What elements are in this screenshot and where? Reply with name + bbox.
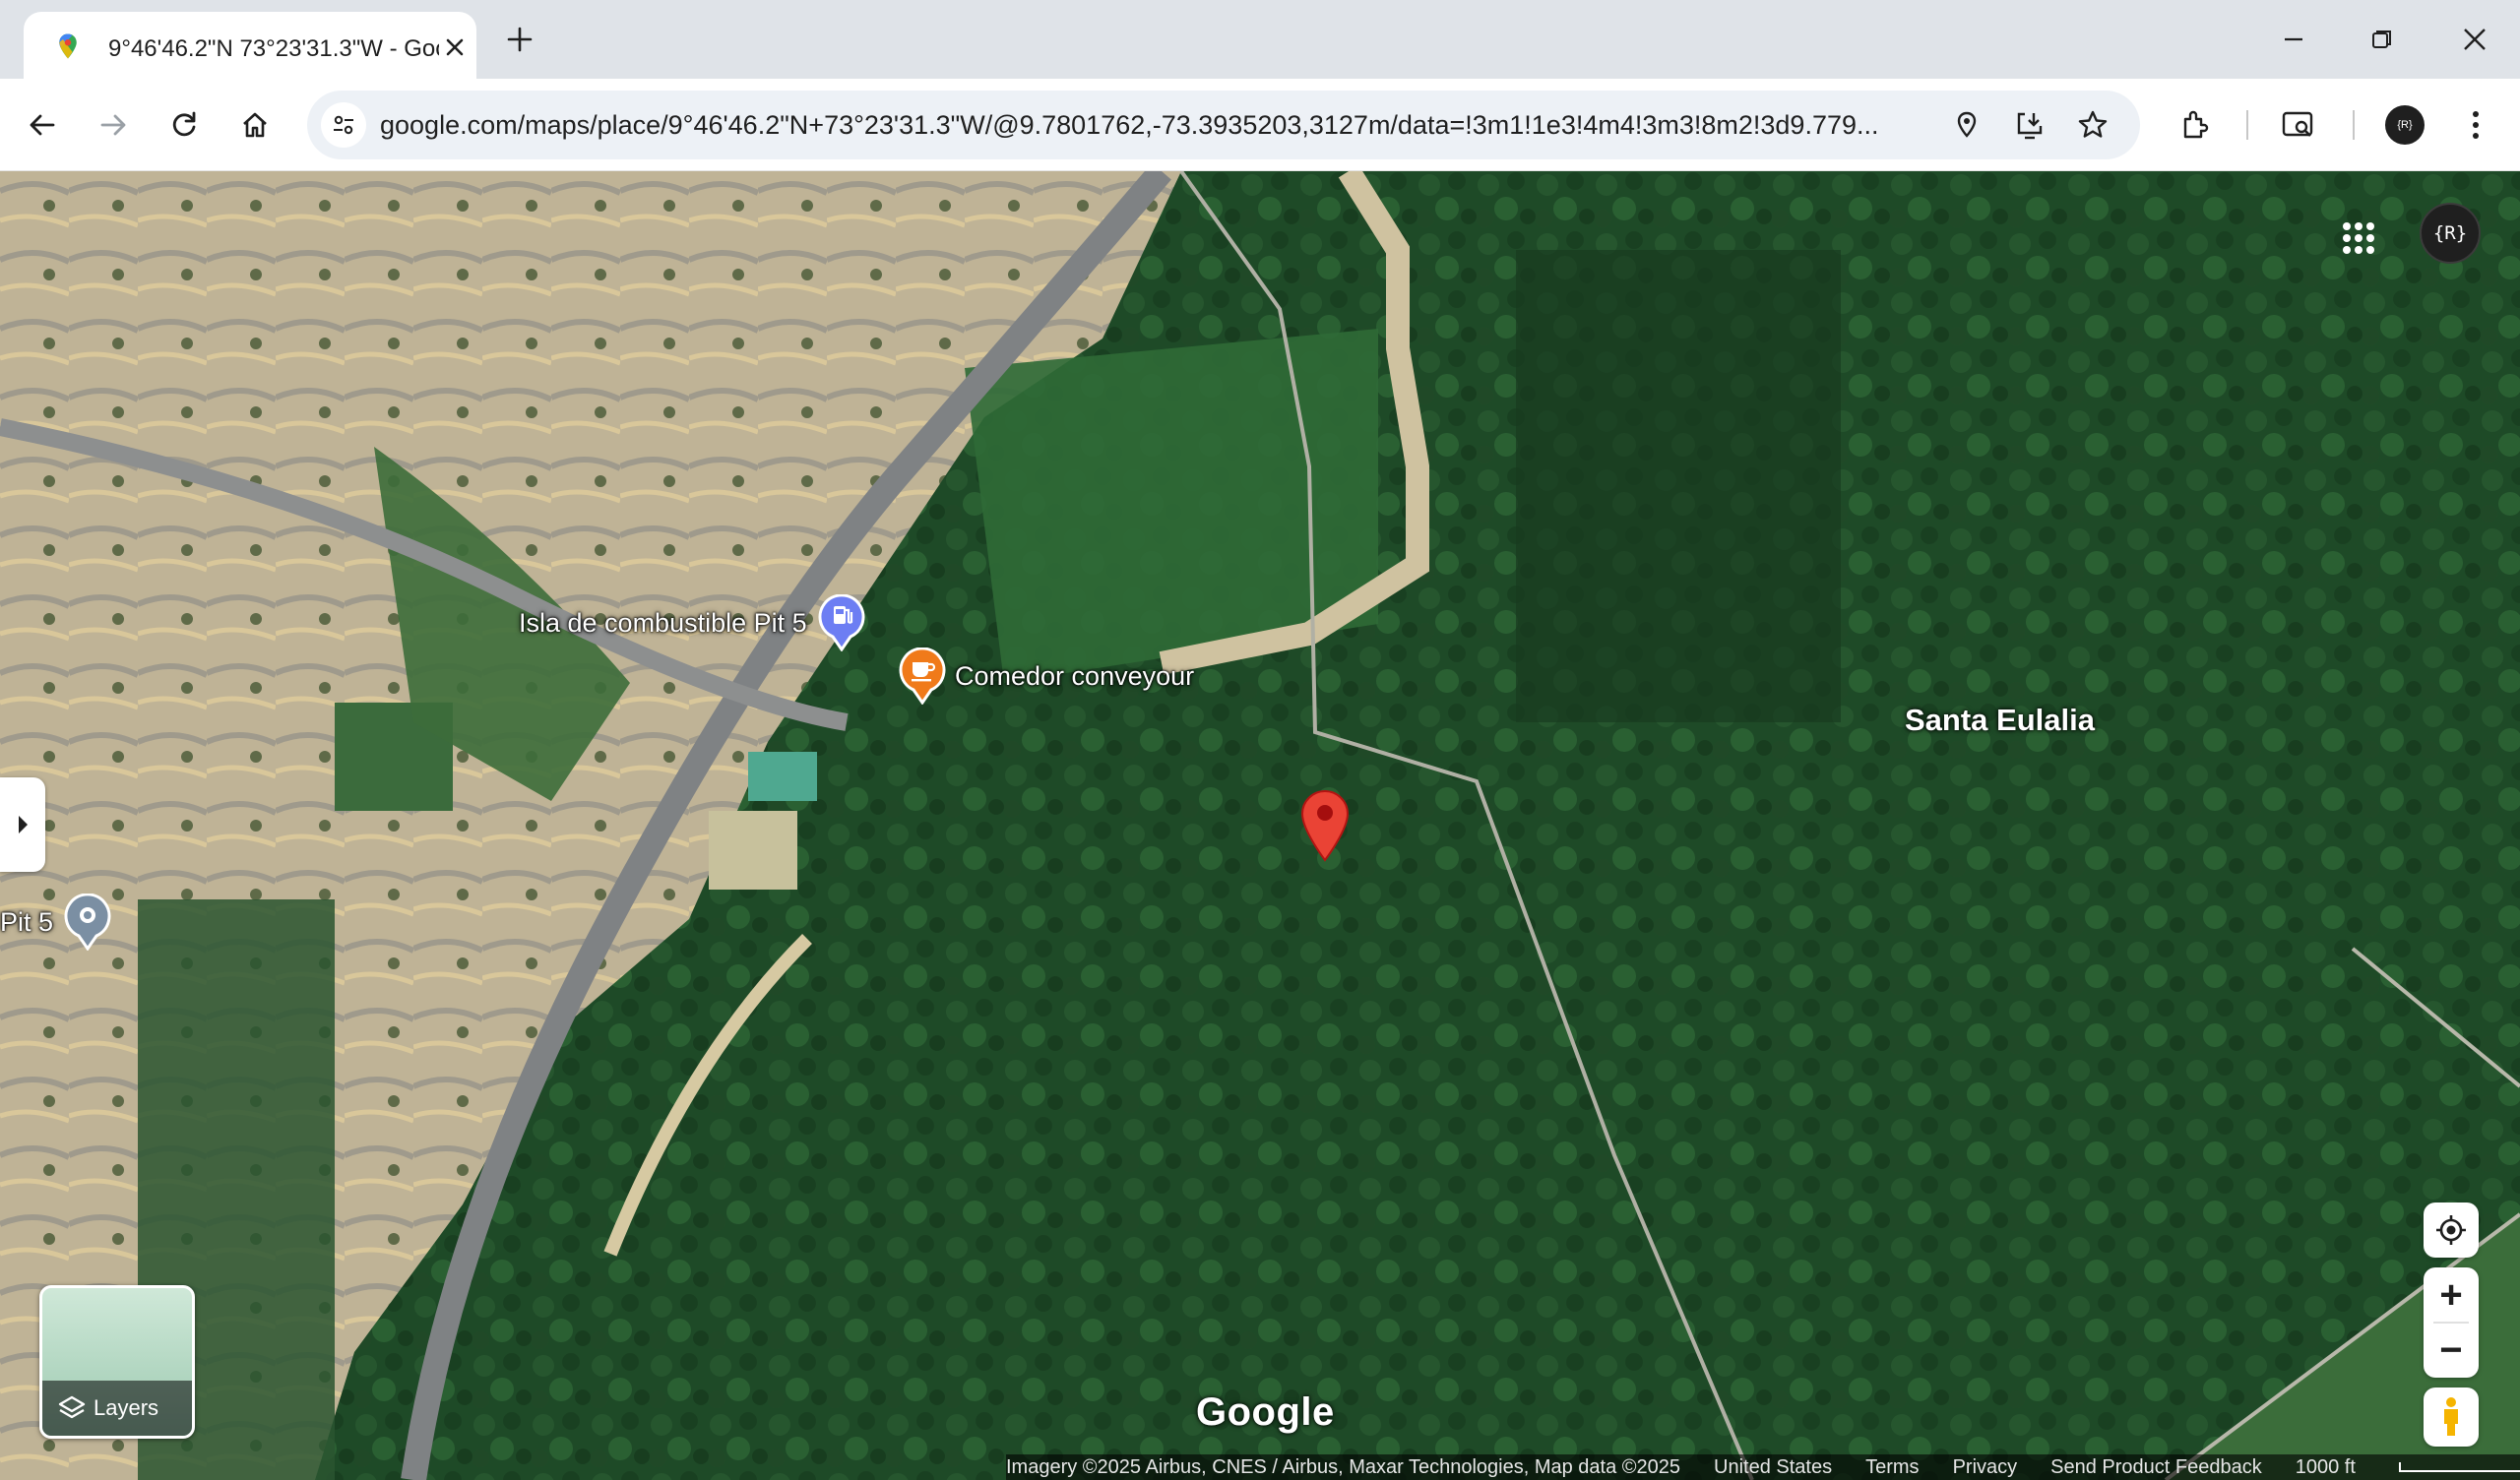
tab-strip: 9°46'46.2"N 73°23'31.3"W - Google Maps	[0, 0, 2520, 79]
restore-window-icon[interactable]	[2359, 16, 2406, 63]
zoom-in-button[interactable]: +	[2424, 1267, 2479, 1323]
back-icon[interactable]	[18, 100, 67, 150]
scale-label: 1000 ft	[2295, 1455, 2356, 1478]
layers-button[interactable]: Layers	[39, 1285, 195, 1439]
extensions-icon[interactable]	[2171, 100, 2220, 150]
close-tab-icon[interactable]	[437, 30, 472, 65]
street-view-button[interactable]	[2424, 1388, 2479, 1447]
collapse-side-panel-button[interactable]	[0, 777, 45, 872]
chevron-right-icon	[19, 816, 28, 833]
home-icon[interactable]	[230, 100, 280, 150]
profile-avatar: {R}	[2385, 105, 2425, 145]
scale-line	[2398, 1462, 2520, 1473]
my-location-icon	[2424, 1202, 2479, 1258]
location-icon[interactable]	[1945, 103, 1988, 147]
scale-bar[interactable]: 1000 ft	[2296, 1456, 2520, 1479]
poi-label: Comedor conveyour	[955, 660, 1195, 691]
pegman-icon	[2424, 1389, 2479, 1445]
minimize-window-icon[interactable]	[2270, 16, 2317, 63]
reload-icon[interactable]	[159, 100, 209, 150]
imagery-attribution: Imagery ©2025 Airbus, CNES / Airbus, Max…	[1006, 1455, 1681, 1478]
zoom-controls: + −	[2424, 1267, 2479, 1378]
close-window-icon[interactable]	[2451, 16, 2498, 63]
map-canvas[interactable]: Isla de combustible Pit 5 Comedor convey…	[0, 171, 2520, 1480]
tab-title: 9°46'46.2"N 73°23'31.3"W - Google Maps	[108, 35, 439, 62]
google-apps-icon[interactable]	[2329, 209, 2388, 268]
layers-icon	[58, 1395, 86, 1419]
gas-station-icon	[818, 594, 865, 651]
layers-bar: Layers	[42, 1381, 192, 1436]
privacy-link[interactable]: Privacy	[1953, 1456, 2018, 1479]
send-feedback-link[interactable]: Send Product Feedback	[2050, 1456, 2262, 1479]
new-tab-button[interactable]	[500, 20, 539, 59]
dropped-pin-icon[interactable]	[1299, 787, 1351, 862]
google-maps-favicon-icon	[53, 31, 83, 61]
my-location-button[interactable]	[2424, 1202, 2479, 1258]
lens-search-icon[interactable]	[2274, 100, 2323, 150]
zoom-out-button[interactable]: −	[2424, 1323, 2479, 1378]
site-info-icon[interactable]	[321, 102, 366, 148]
map-footer: Imagery ©2025 Airbus, CNES / Airbus, Max…	[1006, 1454, 2520, 1480]
browser-tab[interactable]: 9°46'46.2"N 73°23'31.3"W - Google Maps	[24, 12, 476, 79]
forward-icon[interactable]	[89, 100, 138, 150]
layers-label: Layers	[94, 1395, 159, 1420]
place-label-santa-eulalia[interactable]: Santa Eulalia	[1905, 703, 2095, 738]
bookmark-star-icon[interactable]	[2071, 103, 2114, 147]
browser-toolbar: google.com/maps/place/9°46'46.2"N+73°23'…	[0, 79, 2520, 171]
install-app-icon[interactable]	[2008, 103, 2051, 147]
poi-pit-5[interactable]: Pit 5	[0, 894, 112, 951]
url-text[interactable]: google.com/maps/place/9°46'46.2"N+73°23'…	[380, 110, 1935, 141]
address-bar[interactable]: google.com/maps/place/9°46'46.2"N+73°23'…	[307, 91, 2140, 159]
country-link[interactable]: United States	[1714, 1456, 1832, 1479]
poi-gas-station[interactable]: Isla de combustible Pit 5	[519, 594, 866, 651]
place-icon	[64, 894, 111, 951]
google-logo: Google	[1196, 1390, 1335, 1434]
toolbar-divider	[2353, 110, 2355, 140]
poi-cafe[interactable]: Comedor conveyour	[898, 648, 1194, 705]
poi-label: Pit 5	[0, 906, 54, 937]
satellite-imagery[interactable]	[0, 171, 2520, 1480]
cafe-icon	[899, 648, 946, 705]
toolbar-divider	[2246, 110, 2248, 140]
menu-dots-icon[interactable]	[2451, 100, 2500, 150]
poi-label: Isla de combustible Pit 5	[519, 607, 807, 638]
profile-button[interactable]: {R}	[2380, 100, 2429, 150]
terms-link[interactable]: Terms	[1865, 1456, 1919, 1479]
account-avatar[interactable]: {R}	[2420, 203, 2481, 264]
